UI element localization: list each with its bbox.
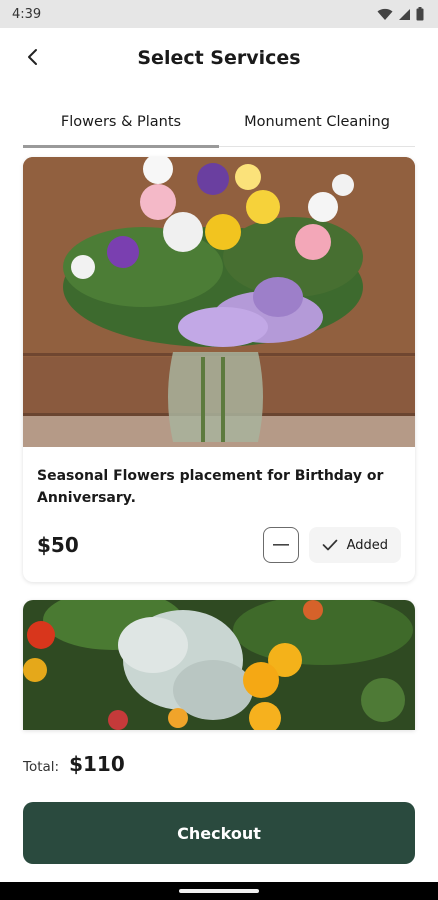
service-card: Seasonal Flowers placement for Birthday … — [23, 157, 415, 582]
status-bar: 4:39 — [0, 0, 438, 28]
checkout-button[interactable]: Checkout — [23, 802, 415, 864]
status-time: 4:39 — [12, 6, 42, 22]
tab-flowers-and-plants[interactable]: Flowers & Plants — [23, 96, 219, 148]
total-label: Total: — [23, 759, 60, 775]
service-price: $50 — [37, 533, 79, 557]
checkout-label: Checkout — [177, 823, 261, 843]
signal-icon — [399, 8, 410, 20]
tab-monument-cleaning[interactable]: Monument Cleaning — [219, 96, 415, 148]
status-icons — [377, 7, 424, 21]
remove-quantity-button[interactable] — [262, 527, 299, 563]
system-nav-bar — [0, 882, 438, 900]
service-card — [23, 600, 415, 730]
total-value: $110 — [69, 752, 125, 776]
back-button[interactable] — [18, 42, 48, 72]
service-actions: Added — [262, 527, 401, 563]
page-title: Select Services — [137, 47, 301, 69]
check-icon — [322, 539, 337, 551]
service-card-body: Seasonal Flowers placement for Birthday … — [23, 447, 415, 563]
home-gesture-handle[interactable] — [179, 889, 259, 893]
minus-icon — [272, 544, 289, 546]
tab-label: Monument Cleaning — [244, 114, 390, 130]
wifi-icon — [377, 8, 393, 20]
tab-divider — [219, 146, 415, 147]
app-header: Select Services — [0, 28, 438, 88]
service-tabs: Flowers & Plants Monument Cleaning — [23, 96, 415, 148]
chevron-left-icon — [28, 49, 37, 65]
battery-icon — [416, 7, 424, 21]
yellow-flowers-image — [23, 600, 415, 730]
service-description: Seasonal Flowers placement for Birthday … — [37, 468, 384, 506]
service-price-row: $50 Added — [37, 527, 401, 563]
order-total: Total: $110 — [23, 752, 125, 776]
flower-bouquet-image — [23, 157, 415, 447]
added-label: Added — [346, 537, 388, 553]
added-button[interactable]: Added — [308, 527, 401, 563]
tab-label: Flowers & Plants — [60, 114, 182, 130]
